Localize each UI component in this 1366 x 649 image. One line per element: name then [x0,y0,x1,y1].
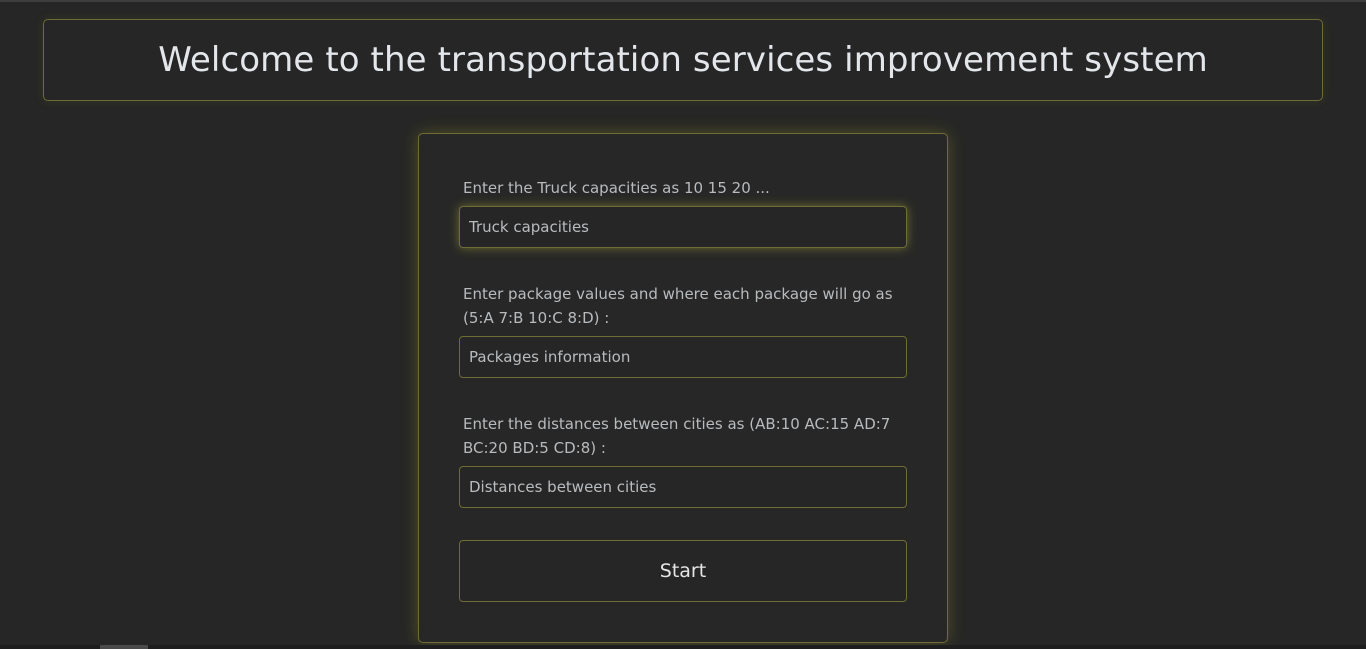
bottom-scrollbar-thumb[interactable] [100,645,148,649]
window-top-edge [0,0,1366,2]
bottom-scrollbar-track [0,645,1366,649]
input-form-card: Enter the Truck capacities as 10 15 20 .… [418,133,948,643]
distances-label: Enter the distances between cities as (A… [463,415,891,457]
header-banner: Welcome to the transportation services i… [43,19,1323,101]
truck-capacities-input[interactable] [459,206,907,248]
distances-input[interactable] [459,466,907,508]
packages-information-input[interactable] [459,336,907,378]
start-button[interactable]: Start [459,540,907,602]
truck-capacities-label: Enter the Truck capacities as 10 15 20 .… [463,179,770,197]
page-title: Welcome to the transportation services i… [158,40,1208,80]
packages-label: Enter package values and where each pack… [463,285,893,327]
